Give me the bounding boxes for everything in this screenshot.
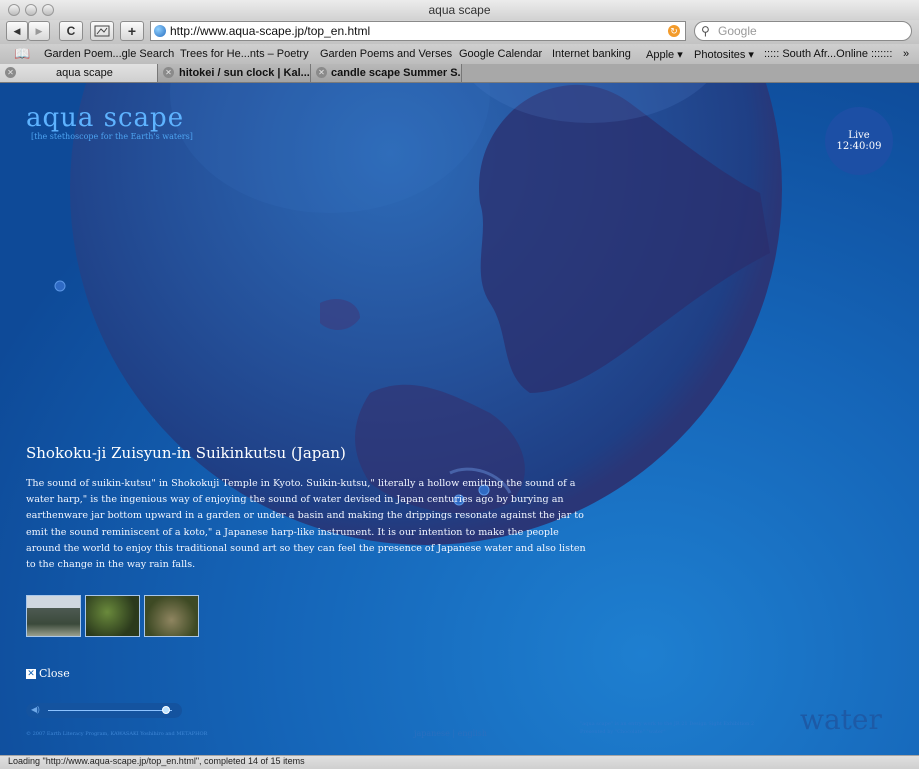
reload-button[interactable]: C	[59, 21, 83, 41]
credit-line: "aqua scape" is an entry work to the JR …	[580, 721, 755, 727]
place-description: The sound of suikin-kutsu" in Shokokuji …	[26, 478, 586, 571]
tab-label: hitokei / sun clock | Kal...	[179, 67, 310, 79]
bookmarks-bar: 📖 Garden Poem...gle Search Trees for He.…	[0, 44, 919, 65]
copyright-text: © 2007 Earth Literacy Program, KAWASAKI …	[26, 731, 208, 737]
site-tagline: [the stethoscope for the Earth's waters]	[31, 132, 193, 141]
bookmarks-overflow-icon[interactable]: »	[903, 48, 909, 60]
place-title: Shokoku-ji Zuisyun-in Suikinkutsu (Japan…	[26, 444, 346, 462]
live-time: 12:40:09	[836, 141, 882, 152]
lang-japanese-link[interactable]: japanese	[414, 729, 450, 738]
close-tab-icon[interactable]: ✕	[163, 67, 174, 78]
toolbar: ◀ ▶ C + http://www.aqua-scape.jp/top_en.…	[0, 20, 919, 44]
window-title: aqua scape	[428, 3, 491, 17]
snapback-button[interactable]	[90, 21, 114, 41]
bookmark-item[interactable]: Garden Poems and Verses	[320, 48, 452, 60]
lang-separator: |	[452, 729, 456, 738]
page-content: aqua scape [the stethoscope for the Eart…	[0, 83, 919, 755]
globe-icon	[154, 25, 166, 37]
bookmark-item[interactable]: Garden Poem...gle Search	[44, 48, 174, 60]
credit-line: Presented by "Chocolate" "water"	[580, 729, 666, 735]
tab-label: candle scape Summer S...	[331, 67, 462, 79]
close-tab-icon[interactable]: ✕	[5, 67, 16, 78]
volume-track	[48, 710, 172, 711]
language-switcher: japanese | english	[414, 729, 487, 738]
speaker-icon: ◀)	[31, 705, 40, 714]
tab-hitokei[interactable]: ✕ hitokei / sun clock | Kal...	[158, 64, 311, 82]
forward-button[interactable]: ▶	[28, 21, 50, 41]
status-text: Loading "http://www.aqua-scape.jp/top_en…	[8, 756, 305, 766]
photo-thumbnail-basin[interactable]	[144, 595, 199, 637]
credit-text: "aqua scape" is an entry work to the JR …	[580, 720, 754, 736]
status-bar: Loading "http://www.aqua-scape.jp/top_en…	[0, 755, 919, 769]
search-input[interactable]: ⚲ Google	[694, 21, 912, 41]
lang-english-link[interactable]: english	[458, 729, 487, 738]
photo-thumbnail-garden[interactable]	[85, 595, 140, 637]
close-label: Close	[39, 667, 70, 680]
bookmark-item[interactable]: Trees for He...nts – Poetry	[180, 48, 309, 60]
close-tab-icon[interactable]: ✕	[316, 67, 327, 78]
water-logo[interactable]: water	[800, 703, 882, 736]
bookmark-item[interactable]: Google Calendar	[459, 48, 542, 60]
tab-bar: ✕ aqua scape ✕ hitokei / sun clock | Kal…	[0, 64, 919, 83]
title-bar: aqua scape	[0, 0, 919, 21]
live-clock-badge[interactable]: Live 12:40:09	[825, 107, 893, 175]
volume-slider[interactable]: ◀)	[26, 703, 182, 718]
site-logo[interactable]: aqua scape	[26, 103, 184, 133]
bookmarks-book-icon[interactable]: 📖	[14, 46, 30, 62]
tab-label: aqua scape	[56, 67, 113, 79]
close-icon: ✕	[26, 668, 36, 679]
add-bookmark-button[interactable]: +	[120, 21, 144, 41]
snapback-icon	[94, 25, 110, 37]
address-url: http://www.aqua-scape.jp/top_en.html	[170, 24, 371, 38]
bookmark-item[interactable]: Photosites ▾	[694, 48, 754, 61]
bookmark-item[interactable]: ::::: South Afr...Online :::::::	[764, 48, 892, 60]
bookmark-item[interactable]: Apple ▾	[646, 48, 683, 61]
location-marker[interactable]	[54, 280, 66, 292]
search-icon: ⚲	[701, 24, 710, 38]
tab-candle-scape[interactable]: ✕ candle scape Summer S...	[311, 64, 462, 82]
volume-knob[interactable]	[161, 706, 170, 714]
live-label: Live	[848, 130, 870, 141]
rss-icon[interactable]: ↻	[668, 25, 680, 37]
address-bar[interactable]: http://www.aqua-scape.jp/top_en.html ↻	[150, 21, 686, 41]
photo-thumbnail-temple[interactable]	[26, 595, 81, 637]
close-button[interactable]: ✕ Close	[26, 667, 70, 680]
tab-aqua-scape[interactable]: ✕ aqua scape	[0, 64, 158, 82]
search-placeholder: Google	[718, 24, 757, 38]
back-button[interactable]: ◀	[6, 21, 28, 41]
bookmark-item[interactable]: Internet banking	[552, 48, 631, 60]
